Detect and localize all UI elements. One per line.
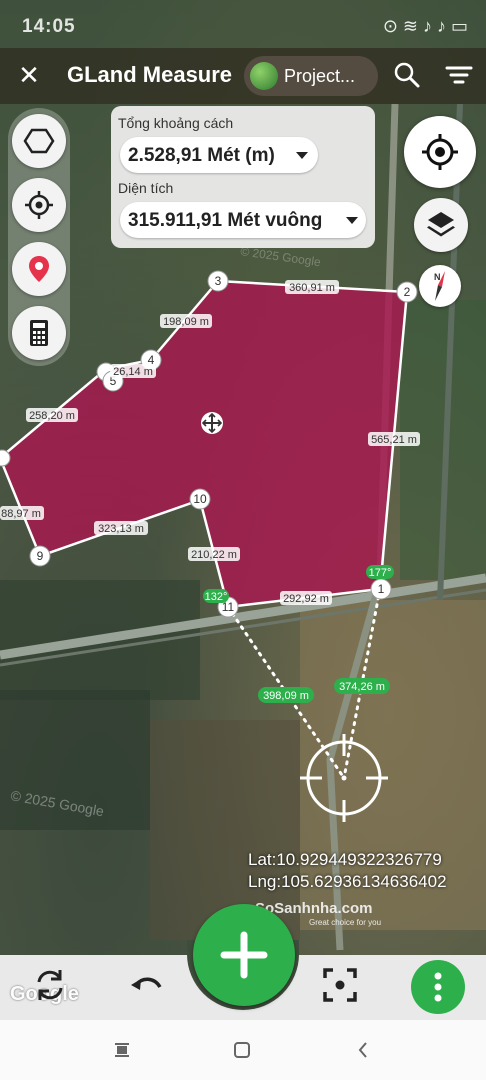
- calculator-icon[interactable]: [12, 306, 66, 360]
- status-time: 14:05: [22, 16, 76, 37]
- svg-text:3: 3: [215, 274, 222, 288]
- cursor-distance-badge: 398,09 m: [258, 687, 314, 703]
- distance-unit-dropdown[interactable]: 2.528,91 Mét (m): [120, 137, 318, 173]
- polygon-tool-icon[interactable]: [12, 114, 66, 168]
- area-label: Diện tích: [118, 180, 174, 196]
- vertex-marker[interactable]: 3: [207, 270, 229, 292]
- measurement-card: Tổng khoảng cách 2.528,91 Mét (m) Diện t…: [111, 106, 375, 248]
- project-label: Project...: [284, 66, 356, 86]
- svg-text:132°: 132°: [205, 591, 228, 603]
- svg-text:9: 9: [37, 549, 44, 563]
- vertex-marker[interactable]: 10: [189, 488, 211, 510]
- gps-point-icon[interactable]: [12, 178, 66, 232]
- more-vertical-icon: [434, 972, 442, 1002]
- svg-text:374,26 m: 374,26 m: [339, 681, 385, 693]
- edge-length-label: 198,09 m: [160, 314, 212, 328]
- tool-column: [8, 108, 70, 366]
- vertex-marker[interactable]: 9: [29, 545, 51, 567]
- distance-value: 2.528,91 Mét (m): [128, 145, 275, 166]
- cursor-distance-badge: 374,26 m: [334, 678, 390, 694]
- edge-length-label: 323,13 m: [94, 521, 148, 535]
- compass-icon: N: [434, 271, 445, 301]
- compass-button[interactable]: N: [419, 265, 461, 307]
- refresh-icon[interactable]: [30, 965, 70, 1005]
- close-icon[interactable]: ✕: [14, 60, 44, 90]
- vertex-marker[interactable]: 2: [396, 281, 418, 303]
- edge-length-label: 292,92 m: [280, 591, 332, 605]
- move-polygon-icon[interactable]: [201, 412, 223, 434]
- angle-badge: 177°: [366, 565, 394, 579]
- watermark-tagline: Great choice for you: [309, 918, 382, 927]
- project-thumbnail: [250, 62, 278, 90]
- svg-text:26,14 m: 26,14 m: [113, 366, 153, 378]
- svg-text:292,92 m: 292,92 m: [283, 593, 329, 605]
- plus-icon: [220, 931, 268, 979]
- system-nav-bar: [0, 1020, 486, 1080]
- svg-text:1: 1: [378, 582, 385, 596]
- area-value: 315.911,91 Mét vuông: [128, 210, 323, 231]
- vertex-marker[interactable]: 1: [370, 578, 392, 600]
- svg-text:177°: 177°: [369, 567, 392, 579]
- layers-button[interactable]: [414, 198, 468, 252]
- edge-length-label: 26,14 m: [110, 364, 156, 378]
- app-bar: ✕ GLand Measure Project...: [0, 48, 486, 104]
- cursor-coordinates: Lat:10.929449322326779 Lng:105.629361346…: [248, 849, 447, 893]
- my-location-button[interactable]: [404, 116, 476, 188]
- edge-length-label: 88,97 m: [0, 506, 44, 520]
- more-options-button[interactable]: [411, 960, 465, 1014]
- status-icons: ⊙ ≋ ♪ ♪ ▭: [382, 16, 468, 36]
- edge-length-label: 210,22 m: [188, 547, 240, 561]
- svg-text:258,20 m: 258,20 m: [29, 410, 75, 422]
- chevron-down-icon: [346, 217, 358, 224]
- svg-text:88,97 m: 88,97 m: [1, 508, 41, 520]
- distance-label: Tổng khoảng cách: [118, 115, 234, 131]
- svg-text:360,91 m: 360,91 m: [289, 282, 335, 294]
- svg-text:198,09 m: 198,09 m: [163, 316, 209, 328]
- chevron-down-icon: [296, 152, 308, 159]
- home-icon[interactable]: [232, 1040, 252, 1060]
- my-location-icon: [422, 134, 458, 170]
- svg-text:323,13 m: 323,13 m: [98, 523, 144, 535]
- filter-icon[interactable]: [444, 60, 474, 90]
- search-icon[interactable]: [392, 60, 422, 90]
- latitude-text: Lat:10.929449322326779: [248, 850, 442, 869]
- svg-text:210,22 m: 210,22 m: [191, 549, 237, 561]
- add-point-button[interactable]: [193, 904, 295, 1006]
- edge-length-label: 565,21 m: [368, 432, 420, 446]
- longitude-text: Lng:105.62936134636402: [248, 872, 447, 891]
- back-icon[interactable]: [354, 1040, 374, 1060]
- svg-text:10: 10: [193, 492, 207, 506]
- layers-icon: [427, 212, 455, 237]
- undo-icon[interactable]: [126, 965, 166, 1005]
- focus-frame-icon[interactable]: [320, 965, 360, 1005]
- svg-text:2: 2: [404, 285, 411, 299]
- project-selector[interactable]: Project...: [244, 56, 378, 96]
- svg-text:N: N: [434, 272, 441, 282]
- area-unit-dropdown[interactable]: 315.911,91 Mét vuông: [120, 202, 366, 238]
- map-pin-icon[interactable]: [12, 242, 66, 296]
- edge-length-label: 258,20 m: [26, 408, 78, 422]
- angle-badge: 132°: [203, 589, 229, 603]
- app-title: GLand Measure: [67, 62, 233, 87]
- edge-length-label: 360,91 m: [285, 280, 339, 294]
- svg-text:398,09 m: 398,09 m: [263, 690, 309, 702]
- recent-apps-icon[interactable]: [112, 1040, 132, 1060]
- svg-text:565,21 m: 565,21 m: [371, 434, 417, 446]
